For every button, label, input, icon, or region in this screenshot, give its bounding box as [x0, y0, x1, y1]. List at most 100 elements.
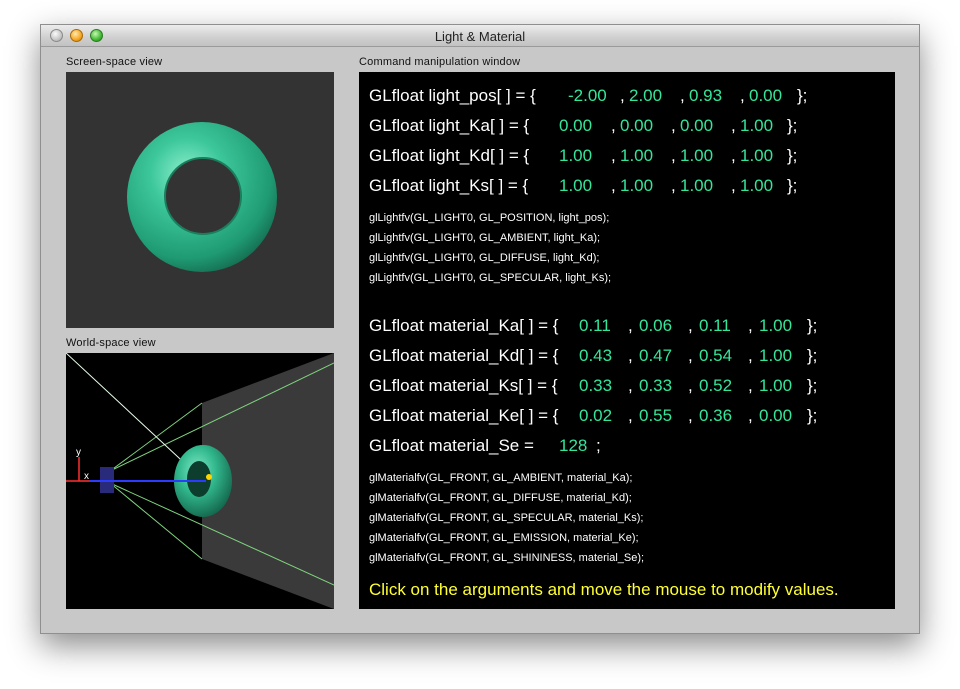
material-kd-value-3[interactable]: 1.00: [759, 346, 792, 366]
material-ka-value-0[interactable]: 0.11: [579, 316, 611, 336]
light-ka-value-0[interactable]: 0.00: [559, 116, 592, 136]
world-space-view[interactable]: y x: [66, 353, 334, 609]
light-call-position: glLightfv(GL_LIGHT0, GL_POSITION, light_…: [369, 212, 610, 224]
material-ks-value-3[interactable]: 1.00: [759, 376, 792, 396]
comma: ,: [731, 146, 736, 165]
light-ka-value-1[interactable]: 0.00: [620, 116, 653, 136]
comma: ,: [748, 346, 753, 365]
semicolon: ;: [596, 436, 601, 455]
light-kd-value-1[interactable]: 1.00: [620, 146, 653, 166]
material-se-row: GLfloat material_Se = 128 ;: [369, 436, 601, 456]
comma: ,: [748, 376, 753, 395]
comma: ,: [628, 346, 633, 365]
comma: ,: [671, 176, 676, 195]
material-se-value[interactable]: 128: [559, 436, 587, 456]
light-call-specular: glLightfv(GL_LIGHT0, GL_SPECULAR, light_…: [369, 272, 612, 284]
material-call-diffuse: glMaterialfv(GL_FRONT, GL_DIFFUSE, mater…: [369, 492, 632, 504]
instruction-hint: Click on the arguments and move the mous…: [369, 580, 839, 599]
comma: ,: [688, 346, 693, 365]
comma: ,: [688, 316, 693, 335]
light-pos-row: GLfloat light_pos[ ] = { -2.00 , 2.00 , …: [369, 86, 807, 106]
comma: ,: [671, 116, 676, 135]
light-ka-value-2[interactable]: 0.00: [680, 116, 713, 136]
material-ke-value-2[interactable]: 0.36: [699, 406, 732, 426]
material-ke-value-0[interactable]: 0.02: [579, 406, 612, 426]
y-axis-label: y: [76, 447, 81, 458]
light-call-ambient: glLightfv(GL_LIGHT0, GL_AMBIENT, light_K…: [369, 232, 601, 244]
comma: ,: [740, 86, 745, 105]
light-ks-value-1[interactable]: 1.00: [620, 176, 653, 196]
material-kd-value-0[interactable]: 0.43: [579, 346, 612, 366]
closing-brace: };: [807, 406, 818, 425]
light-kd-prefix: GLfloat light_Kd[ ] = {: [369, 146, 530, 165]
comma: ,: [628, 316, 633, 335]
world-view-label: World-space view: [66, 337, 156, 349]
light-pos-prefix: GLfloat light_pos[ ] = {: [369, 86, 536, 105]
material-ka-value-2[interactable]: 0.11: [699, 316, 731, 336]
light-kd-row: GLfloat light_Kd[ ] = { 1.00 , 1.00 , 1.…: [369, 146, 797, 166]
light-kd-value-3[interactable]: 1.00: [740, 146, 773, 166]
comma: ,: [611, 146, 616, 165]
torus-hole: [164, 157, 242, 235]
material-call-ambient: glMaterialfv(GL_FRONT, GL_AMBIENT, mater…: [369, 472, 633, 484]
material-ks-value-2[interactable]: 0.52: [699, 376, 732, 396]
screen-space-view[interactable]: [66, 72, 334, 328]
material-call-emission: glMaterialfv(GL_FRONT, GL_EMISSION, mate…: [369, 532, 639, 544]
light-ks-value-3[interactable]: 1.00: [740, 176, 773, 196]
closing-brace: };: [807, 346, 818, 365]
material-ks-value-0[interactable]: 0.33: [579, 376, 612, 396]
material-ka-prefix: GLfloat material_Ka[ ] = {: [369, 316, 559, 335]
light-ks-row: GLfloat light_Ks[ ] = { 1.00 , 1.00 , 1.…: [369, 176, 797, 196]
comma: ,: [628, 376, 633, 395]
comma: ,: [680, 86, 685, 105]
light-ka-prefix: GLfloat light_Ka[ ] = {: [369, 116, 530, 135]
comma: ,: [688, 406, 693, 425]
material-ks-row: GLfloat material_Ks[ ] = { 0.33 , 0.33 ,…: [369, 376, 817, 396]
title-bar: Light & Material: [41, 25, 919, 47]
window-title: Light & Material: [434, 29, 526, 44]
light-ka-value-3[interactable]: 1.00: [740, 116, 773, 136]
material-ka-value-3[interactable]: 1.00: [759, 316, 792, 336]
light-pos-value-2[interactable]: 0.93: [689, 86, 722, 106]
comma: ,: [731, 116, 736, 135]
light-pos-value-3[interactable]: 0.00: [749, 86, 782, 106]
closing-brace: };: [797, 86, 808, 105]
material-kd-value-2[interactable]: 0.54: [699, 346, 732, 366]
material-ka-row: GLfloat material_Ka[ ] = { 0.11 , 0.06 ,…: [369, 316, 817, 336]
light-ks-value-2[interactable]: 1.00: [680, 176, 713, 196]
command-window-label: Command manipulation window: [359, 56, 521, 68]
light-call-diffuse: glLightfv(GL_LIGHT0, GL_DIFFUSE, light_K…: [369, 252, 600, 264]
light-source-marker: [206, 474, 212, 480]
material-se-prefix: GLfloat material_Se =: [369, 436, 534, 455]
comma: ,: [611, 116, 616, 135]
material-ke-value-1[interactable]: 0.55: [639, 406, 672, 426]
light-ks-value-0[interactable]: 1.00: [559, 176, 592, 196]
light-pos-value-0[interactable]: -2.00: [568, 86, 607, 106]
closing-brace: };: [787, 176, 798, 195]
material-kd-prefix: GLfloat material_Kd[ ] = {: [369, 346, 559, 365]
material-kd-row: GLfloat material_Kd[ ] = { 0.43 , 0.47 ,…: [369, 346, 817, 366]
screen-torus-render: [127, 122, 277, 272]
closing-brace: };: [787, 116, 798, 135]
comma: ,: [731, 176, 736, 195]
light-kd-value-0[interactable]: 1.00: [559, 146, 592, 166]
comma: ,: [748, 316, 753, 335]
material-ke-row: GLfloat material_Ke[ ] = { 0.02 , 0.55 ,…: [369, 406, 817, 426]
material-ks-value-1[interactable]: 0.33: [639, 376, 672, 396]
comma: ,: [628, 406, 633, 425]
screen-view-label: Screen-space view: [66, 56, 163, 68]
closing-brace: };: [787, 146, 798, 165]
material-ke-value-3[interactable]: 0.00: [759, 406, 792, 426]
x-axis-label: x: [84, 471, 89, 482]
material-call-shininess: glMaterialfv(GL_FRONT, GL_SHININESS, mat…: [369, 552, 645, 564]
command-manipulation-window: GLfloat light_pos[ ] = { -2.00 , 2.00 , …: [359, 72, 895, 609]
comma: ,: [671, 146, 676, 165]
app-window: Light & Material Screen-space view World…: [40, 24, 920, 634]
material-kd-value-1[interactable]: 0.47: [639, 346, 672, 366]
comma: ,: [611, 176, 616, 195]
light-pos-value-1[interactable]: 2.00: [629, 86, 662, 106]
material-call-specular: glMaterialfv(GL_FRONT, GL_SPECULAR, mate…: [369, 512, 644, 524]
material-ka-value-1[interactable]: 0.06: [639, 316, 672, 336]
light-ka-row: GLfloat light_Ka[ ] = { 0.00 , 0.00 , 0.…: [369, 116, 797, 136]
light-kd-value-2[interactable]: 1.00: [680, 146, 713, 166]
